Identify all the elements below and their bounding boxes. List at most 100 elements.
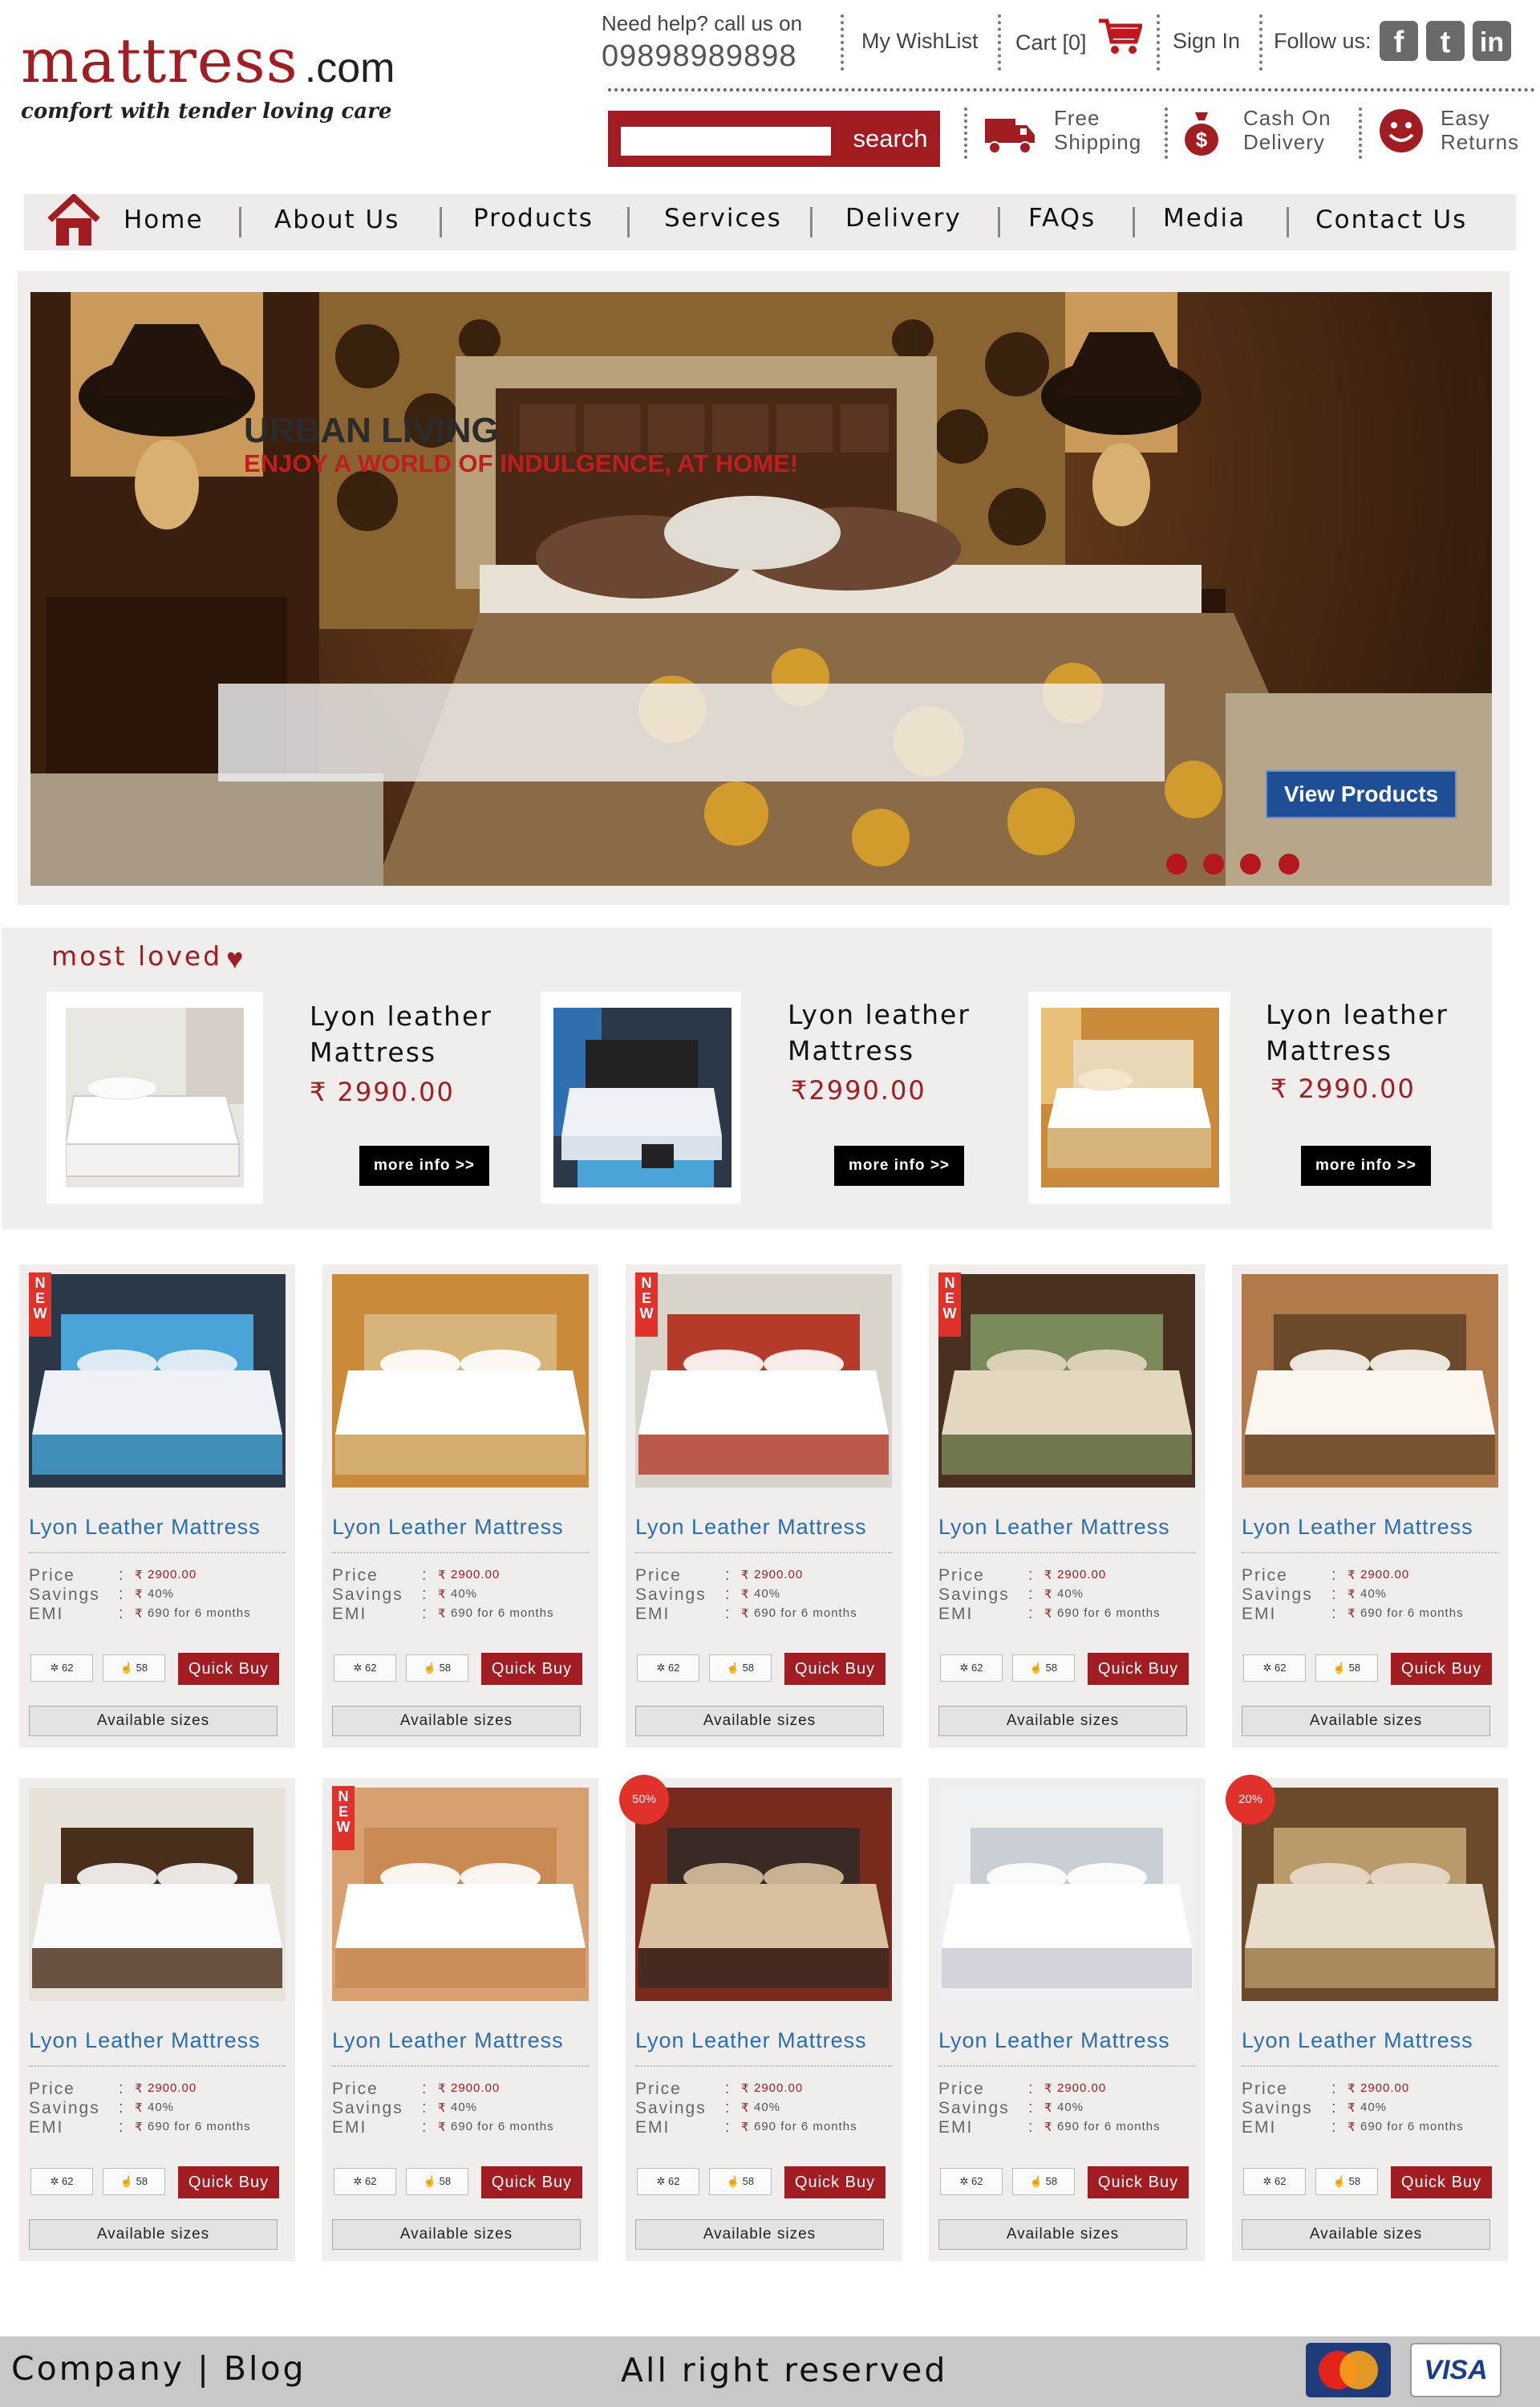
product-image[interactable]: [332, 1788, 589, 2001]
product-card[interactable]: N E W Lyon Leather Mattress Price: ₹2900.00 Sa…: [322, 1778, 598, 2261]
quick-buy-button[interactable]: Quick Buy: [481, 1653, 582, 1685]
more-info-button[interactable]: more info >>: [1301, 1146, 1431, 1186]
available-sizes-button[interactable]: Available sizes: [29, 1706, 278, 1736]
cart-link[interactable]: Cart [0]: [1015, 30, 1087, 55]
quick-buy-button[interactable]: Quick Buy: [1391, 1653, 1492, 1685]
nav-contact-us[interactable]: Contact Us: [1315, 205, 1467, 234]
votes-button[interactable]: ☝ 58: [709, 2168, 772, 2195]
product-image[interactable]: [938, 1788, 1195, 2001]
votes-button[interactable]: ☝ 58: [103, 2168, 165, 2195]
likes-button[interactable]: ✲ 62: [940, 2168, 1003, 2195]
most-loved-image-card[interactable]: [541, 992, 741, 1204]
quick-buy-button[interactable]: Quick Buy: [1088, 1653, 1189, 1685]
nav-media[interactable]: Media: [1163, 204, 1246, 233]
product-name[interactable]: Lyon Leather Mattress: [1242, 1515, 1473, 1540]
votes-button[interactable]: ☝ 58: [1012, 2168, 1075, 2195]
slider-dot[interactable]: [1166, 854, 1187, 875]
votes-button[interactable]: ☝ 58: [1012, 1654, 1075, 1682]
nav-faqs[interactable]: FAQs: [1028, 204, 1096, 233]
available-sizes-button[interactable]: Available sizes: [1242, 1706, 1490, 1736]
product-name[interactable]: Lyon Leather Mattress: [1242, 2028, 1473, 2053]
product-card[interactable]: Lyon Leather Mattress Price: ₹2900.00 Savin…: [19, 1778, 295, 2261]
product-name[interactable]: Lyon Leather Mattress: [938, 1515, 1170, 1540]
nav-about-us[interactable]: About Us: [274, 205, 399, 234]
available-sizes-button[interactable]: Available sizes: [332, 2219, 581, 2250]
more-info-button[interactable]: more info >>: [359, 1146, 489, 1186]
likes-button[interactable]: ✲ 62: [30, 1654, 93, 1682]
quick-buy-button[interactable]: Quick Buy: [784, 1653, 886, 1685]
slider-dot[interactable]: [1279, 854, 1299, 875]
product-image[interactable]: [635, 1274, 892, 1488]
product-card[interactable]: N E W Lyon Leather Mattress Price: ₹2900.00 Sa…: [19, 1264, 295, 1747]
likes-button[interactable]: ✲ 62: [30, 2168, 93, 2195]
slider-dot[interactable]: [1240, 854, 1261, 875]
votes-button[interactable]: ☝ 58: [103, 1654, 165, 1682]
product-card[interactable]: Lyon Leather Mattress Price: ₹2900.00 Savin…: [929, 1778, 1205, 2261]
product-card[interactable]: N E W Lyon Leather Mattress Price: ₹2900.00 Sa…: [929, 1264, 1205, 1747]
quick-buy-button[interactable]: Quick Buy: [1391, 2166, 1492, 2198]
votes-button[interactable]: ☝ 58: [406, 2168, 468, 2195]
available-sizes-button[interactable]: Available sizes: [29, 2219, 278, 2250]
footer-links[interactable]: Company | Blog: [11, 2349, 306, 2388]
product-name[interactable]: Lyon Leather Mattress: [29, 2028, 261, 2053]
search-button[interactable]: search: [844, 119, 937, 159]
votes-button[interactable]: ☝ 58: [709, 1654, 772, 1682]
likes-button[interactable]: ✲ 62: [334, 2168, 396, 2195]
likes-button[interactable]: ✲ 62: [940, 1654, 1003, 1682]
likes-button[interactable]: ✲ 62: [637, 2168, 699, 2195]
likes-button[interactable]: ✲ 62: [1243, 2168, 1306, 2195]
help-phone[interactable]: 09898989898: [602, 39, 802, 74]
product-card[interactable]: Lyon Leather Mattress Price: ₹2900.00 Savin…: [1232, 1264, 1508, 1747]
most-loved-image-card[interactable]: [1028, 992, 1230, 1204]
product-card[interactable]: 50% Lyon Leather Mattress Price: ₹2900.00 Sa…: [619, 1775, 902, 2261]
product-image[interactable]: [29, 1788, 286, 2001]
available-sizes-button[interactable]: Available sizes: [635, 2219, 884, 2250]
nav-delivery[interactable]: Delivery: [845, 204, 962, 233]
available-sizes-button[interactable]: Available sizes: [938, 2219, 1187, 2250]
nav-products[interactable]: Products: [473, 204, 594, 233]
more-info-button[interactable]: more info >>: [834, 1146, 964, 1186]
product-name[interactable]: Lyon Leather Mattress: [635, 1515, 867, 1540]
votes-button[interactable]: ☝ 58: [406, 1654, 468, 1682]
product-name[interactable]: Lyon Leather Mattress: [29, 1515, 261, 1540]
view-products-button[interactable]: View Products: [1266, 770, 1457, 818]
available-sizes-button[interactable]: Available sizes: [1242, 2219, 1490, 2250]
quick-buy-button[interactable]: Quick Buy: [178, 2166, 279, 2198]
product-image[interactable]: [1242, 1274, 1498, 1488]
home-icon[interactable]: [45, 194, 103, 247]
product-image[interactable]: [635, 1788, 892, 2001]
linkedin-icon[interactable]: in: [1473, 21, 1511, 61]
nav-services[interactable]: Services: [664, 204, 782, 233]
cart-icon[interactable]: [1097, 16, 1142, 56]
available-sizes-button[interactable]: Available sizes: [635, 1706, 884, 1736]
most-loved-image-card[interactable]: [47, 992, 263, 1204]
likes-button[interactable]: ✲ 62: [334, 1654, 396, 1682]
slider-dot[interactable]: [1203, 854, 1224, 875]
twitter-icon[interactable]: t: [1426, 21, 1465, 61]
signin-link[interactable]: Sign In: [1173, 29, 1240, 54]
votes-button[interactable]: ☝ 58: [1315, 2168, 1378, 2195]
votes-button[interactable]: ☝ 58: [1315, 1654, 1378, 1682]
quick-buy-button[interactable]: Quick Buy: [178, 1653, 279, 1685]
search-input[interactable]: [621, 127, 831, 156]
likes-button[interactable]: ✲ 62: [637, 1654, 699, 1682]
quick-buy-button[interactable]: Quick Buy: [481, 2166, 582, 2198]
wishlist-link[interactable]: My WishList: [861, 29, 979, 54]
quick-buy-button[interactable]: Quick Buy: [784, 2166, 886, 2198]
facebook-icon[interactable]: f: [1380, 21, 1418, 61]
product-card[interactable]: Lyon Leather Mattress Price: ₹2900.00 Savin…: [322, 1264, 598, 1747]
product-image[interactable]: [29, 1274, 286, 1488]
product-image[interactable]: [332, 1274, 589, 1488]
product-name[interactable]: Lyon Leather Mattress: [938, 2028, 1170, 2053]
available-sizes-button[interactable]: Available sizes: [938, 1706, 1187, 1736]
product-name[interactable]: Lyon Leather Mattress: [332, 1515, 564, 1540]
quick-buy-button[interactable]: Quick Buy: [1088, 2166, 1189, 2198]
product-card[interactable]: N E W Lyon Leather Mattress Price: ₹2900.00 Sa…: [626, 1264, 902, 1747]
site-logo[interactable]: mattress .com comfort with tender loving …: [21, 29, 395, 124]
nav-home[interactable]: Home: [124, 205, 204, 234]
product-image[interactable]: [1242, 1788, 1498, 2001]
available-sizes-button[interactable]: Available sizes: [332, 1706, 581, 1736]
product-card[interactable]: 20% Lyon Leather Mattress Price: ₹2900.00 Sa…: [1226, 1775, 1508, 2261]
likes-button[interactable]: ✲ 62: [1243, 1654, 1306, 1682]
product-name[interactable]: Lyon Leather Mattress: [635, 2028, 867, 2053]
